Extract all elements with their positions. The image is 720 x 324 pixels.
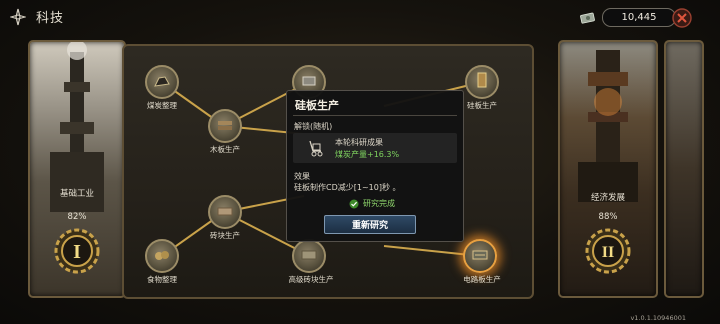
page-title: 科技 [36,11,65,26]
tech-node-brick[interactable] [208,195,242,229]
top-bar: 科技 10,445 [0,0,720,34]
category-card-basic-industry[interactable]: 基础工业 82% I [28,40,126,298]
tech-node-coal[interactable] [145,65,179,99]
effect-text: 硅板制作CD减少[1~10]秒 。 [294,183,401,192]
research-status: 研究完成 [349,198,395,209]
tech-node-label: 高级砖块生产 [288,275,334,284]
tech-node-food[interactable] [145,239,179,273]
tech-node-advanced-brick[interactable] [292,239,326,273]
tech-node-circuit-board[interactable] [463,239,497,273]
popup-title: 硅板生产 [295,99,339,112]
gear-badge-icon: II [585,228,631,274]
category-label: 经济发展 [590,193,625,203]
status-text: 研究完成 [363,199,395,208]
tech-detail-popup: 硅板生产 解锁(随机) 本轮科研成果 煤炭产量+16.3% 效果 硅板制作CD减… [286,90,464,242]
reward-value: 煤炭产量+16.3% [335,150,400,159]
cash-bundle-icon [580,12,595,24]
tech-node-label: 木板生产 [210,145,240,154]
category-card-economic-development[interactable]: 经济发展 88% II [558,40,658,298]
svg-text:I: I [73,241,81,263]
brick-icon [216,203,234,222]
tech-node-wood-plank[interactable] [208,109,242,143]
category-label: 基础工业 [59,189,94,199]
tech-node-label: 硅板生产 [467,101,497,110]
re-research-button[interactable]: 重新研究 [324,215,416,234]
tower-illustration [578,50,638,202]
category-progress: 82% [67,212,87,222]
tech-node-silicon-plate-2[interactable] [465,65,499,99]
silicon-plate-icon [300,73,318,92]
wood-plank-icon [216,117,234,136]
effect-label: 效果 [294,172,310,181]
advanced-brick-icon [300,247,318,266]
compass-back-icon[interactable] [10,8,26,26]
title-group: 科技 [10,7,64,26]
tech-node-label: 砖块生产 [210,231,240,240]
category-card-next[interactable] [664,40,704,298]
version-label: v1.0.1.10946001 [630,314,686,322]
reward-box: 本轮科研成果 煤炭产量+16.3% [293,133,457,163]
svg-text:II: II [602,244,614,261]
tech-node-label: 煤炭整理 [147,101,177,110]
coal-icon [153,73,171,92]
food-icon [153,247,171,266]
reward-heading: 本轮科研成果 [335,138,383,147]
currency-display: 10,445 [580,8,676,27]
tech-node-label: 食物整理 [147,275,177,284]
check-circle-icon [349,199,359,208]
unlock-label: 解锁(随机) [294,122,333,131]
category-progress: 88% [598,212,618,222]
hand-cart-icon [309,140,323,157]
close-icon[interactable] [672,8,692,28]
currency-amount: 10,445 [602,8,676,27]
circuit-board-icon [471,247,489,266]
gear-badge-icon: I [54,228,100,274]
silicon-plate-icon [473,72,491,92]
divider [293,115,457,116]
tech-node-label: 电路板生产 [463,275,501,284]
